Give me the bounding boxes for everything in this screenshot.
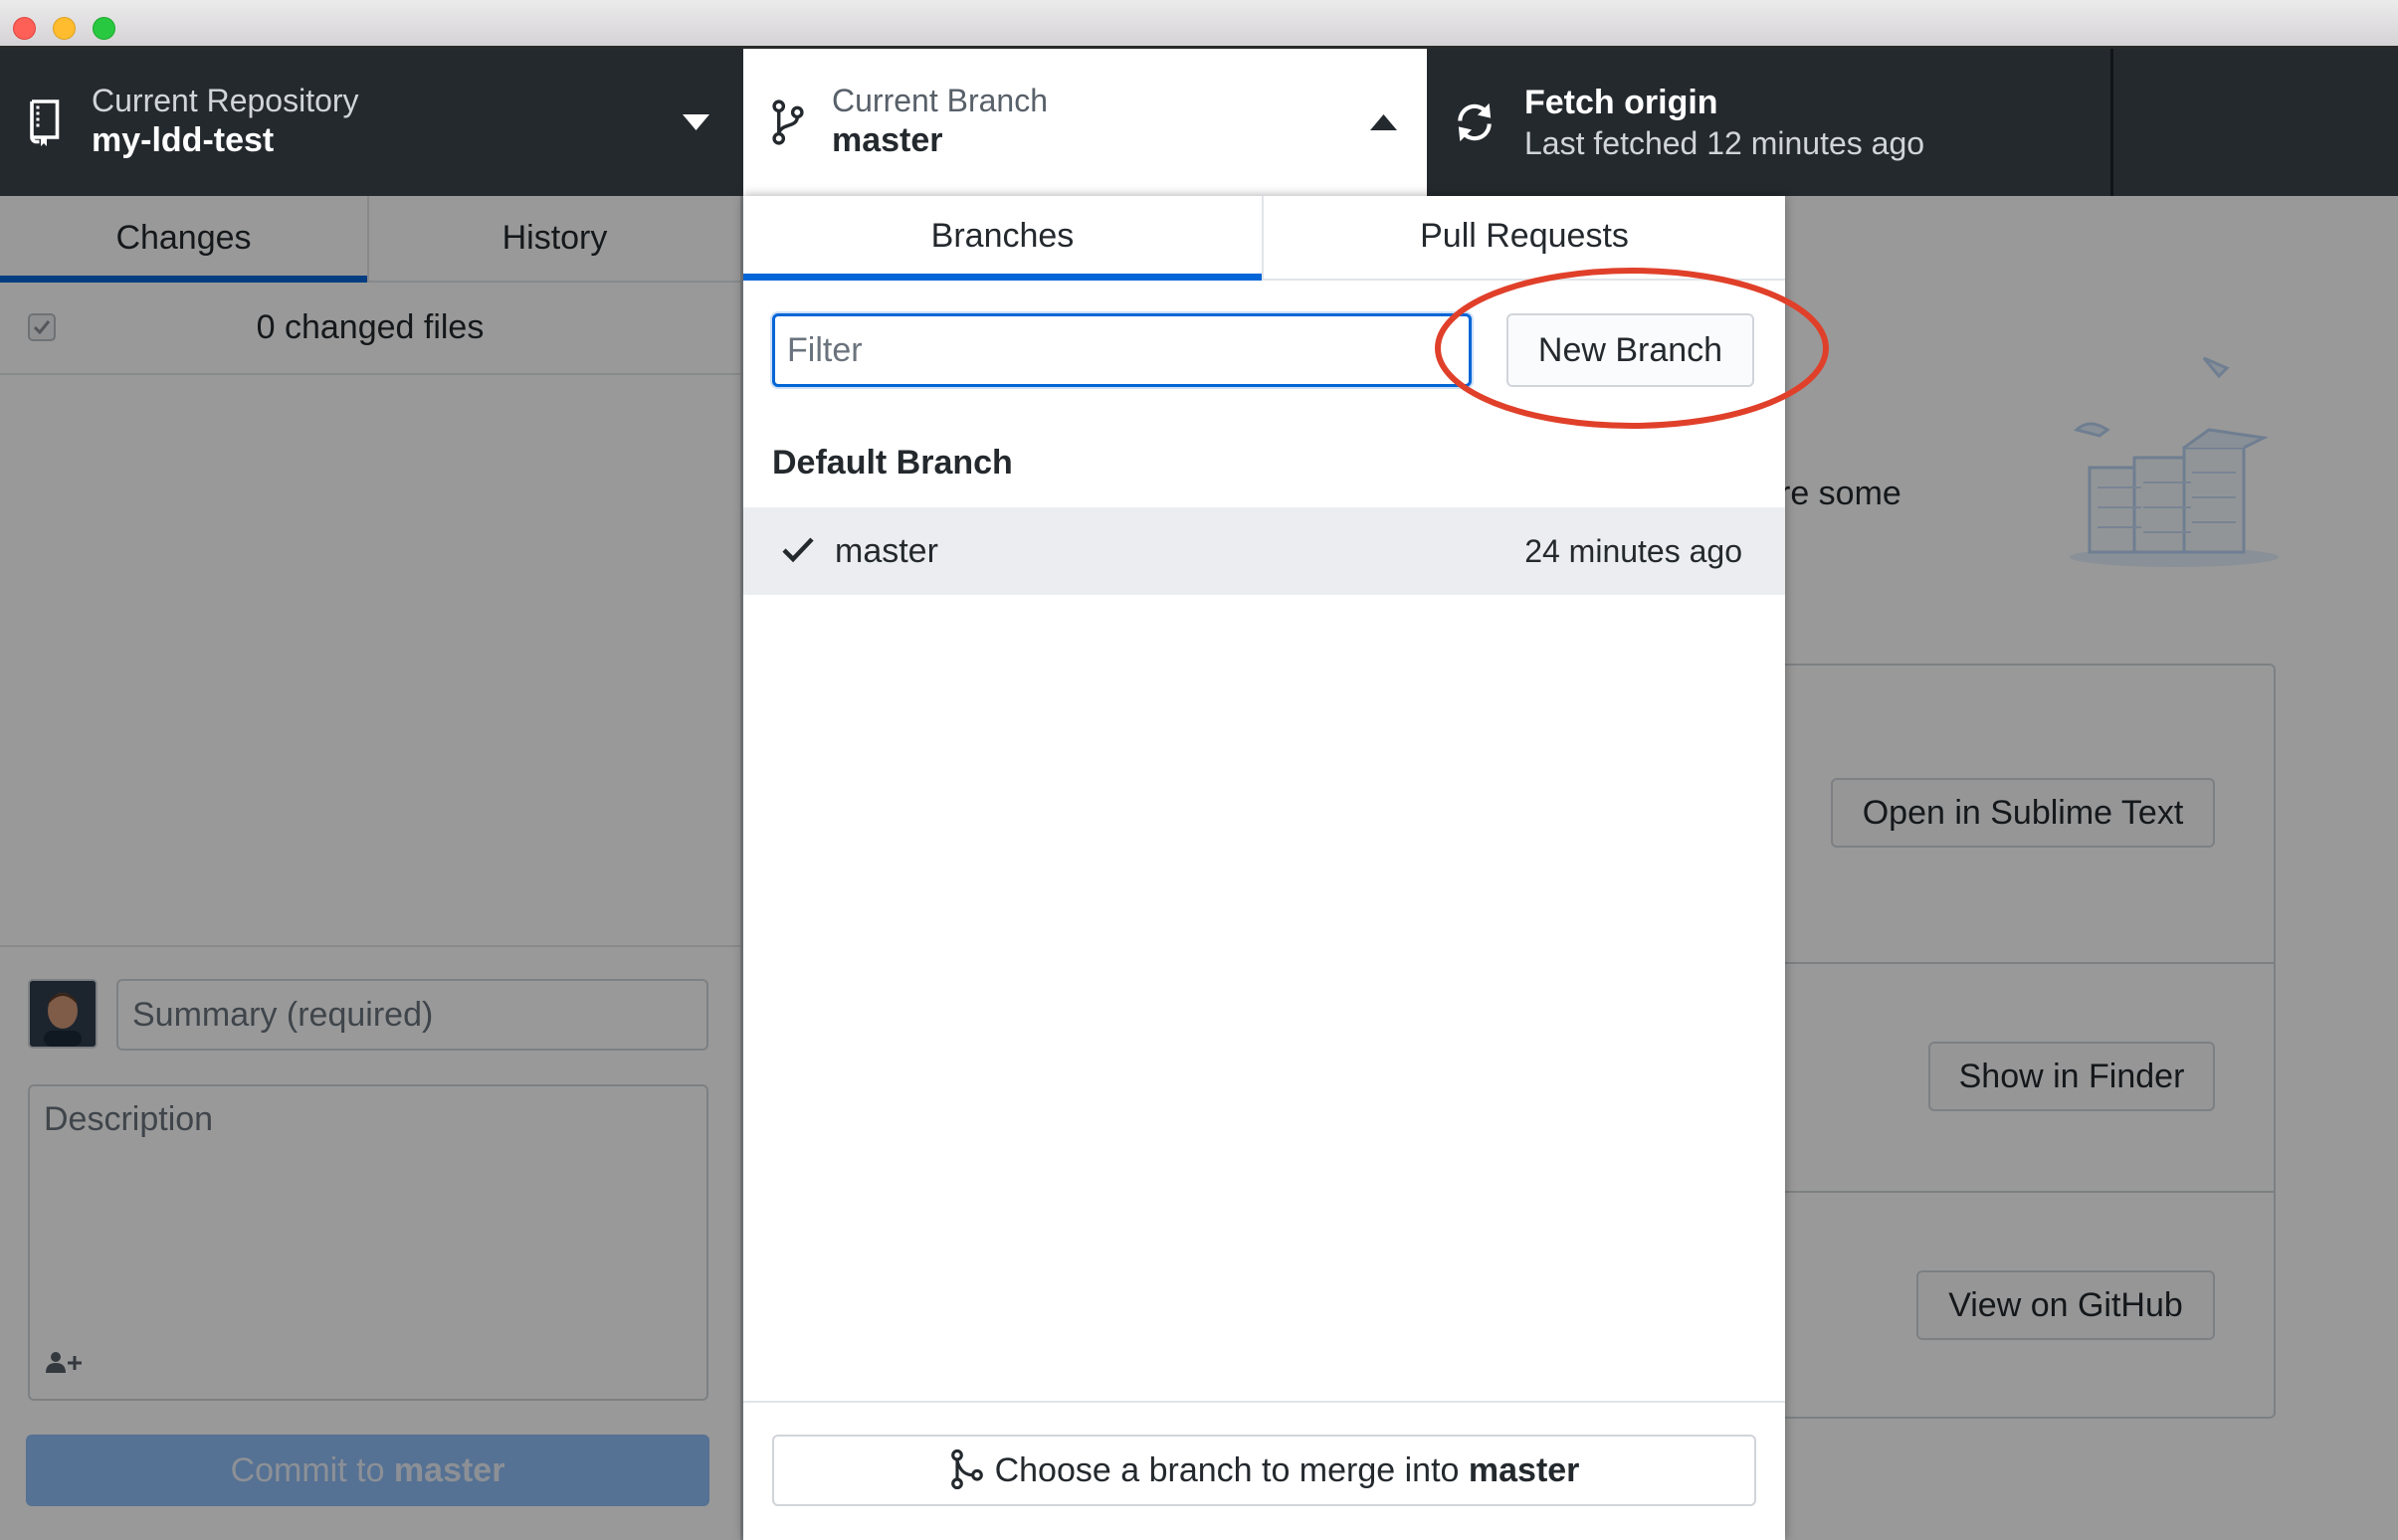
fetch-origin-button[interactable]: Fetch origin Last fetched 12 minutes ago — [1430, 49, 2110, 196]
branch-filter-input[interactable] — [772, 313, 1472, 387]
github-desktop-window: Current Repository my-ldd-test Current B… — [0, 0, 2398, 1540]
sync-icon — [1458, 102, 1492, 142]
fetch-title: Fetch origin — [1524, 84, 1718, 121]
toolbar: Current Repository my-ldd-test Current B… — [0, 49, 2398, 196]
zoom-window-button[interactable] — [93, 17, 115, 40]
git-branch-icon — [772, 99, 804, 145]
close-window-button[interactable] — [13, 17, 36, 40]
caret-up-icon — [1370, 114, 1397, 130]
branch-list-item[interactable]: master 24 minutes ago — [743, 507, 1785, 595]
caret-down-icon — [683, 114, 709, 130]
repository-label: Current Repository — [92, 83, 359, 118]
branch-dropdown-panel: Branches Pull Requests New Branch Defaul… — [743, 196, 1785, 1540]
branch-list-time: 24 minutes ago — [1524, 533, 1742, 569]
repository-name: my-ldd-test — [92, 121, 275, 159]
check-icon — [782, 537, 814, 563]
branch-label: Current Branch — [832, 83, 1048, 118]
tab-pull-requests-label: Pull Requests — [1420, 217, 1629, 255]
dimming-overlay-left[interactable] — [0, 196, 743, 1540]
fetch-subtitle: Last fetched 12 minutes ago — [1524, 125, 1925, 161]
repo-icon — [30, 99, 60, 146]
merge-button-prefix: Choose a branch to merge into — [994, 1451, 1469, 1489]
window-titlebar — [0, 0, 2398, 49]
branch-list-name: master — [835, 532, 938, 570]
tab-branches-label: Branches — [930, 217, 1075, 255]
branch-name: master — [832, 121, 943, 159]
git-merge-icon — [950, 1449, 983, 1490]
tab-pull-requests[interactable]: Pull Requests — [1264, 196, 1785, 281]
merge-into-branch-button[interactable]: Choose a branch to merge into master — [772, 1435, 1756, 1506]
tab-branches[interactable]: Branches — [743, 196, 1264, 281]
minimize-window-button[interactable] — [53, 17, 76, 40]
new-branch-button[interactable]: New Branch — [1506, 313, 1754, 387]
current-repository-dropdown[interactable]: Current Repository my-ldd-test — [0, 49, 740, 196]
dimming-overlay-right[interactable] — [1785, 196, 2398, 1540]
selected-tab-indicator — [743, 274, 1262, 281]
toolbar-divider — [2110, 49, 2113, 196]
dropdown-footer-divider — [743, 1401, 1785, 1403]
merge-button-branch: master — [1468, 1451, 1580, 1489]
branch-group-title: Default Branch — [772, 444, 1013, 481]
current-branch-dropdown[interactable]: Current Branch master — [743, 49, 1427, 196]
